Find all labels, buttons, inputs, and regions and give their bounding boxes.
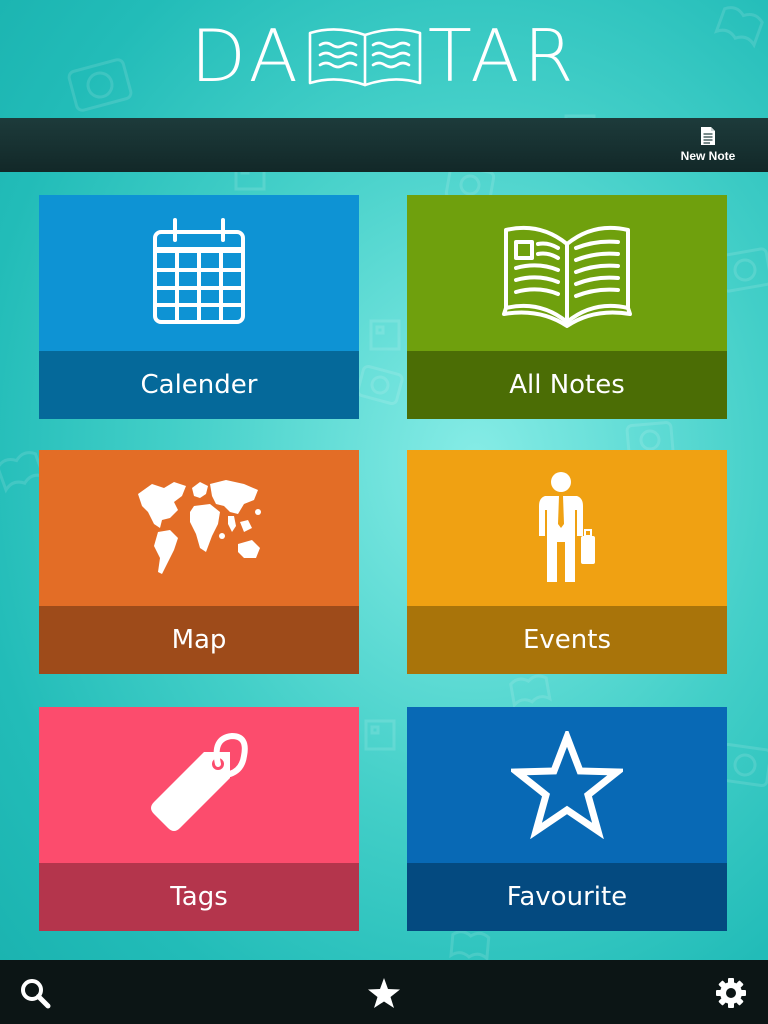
tile-tags-icon-area: [39, 707, 359, 863]
tile-favourite-label: Favourite: [506, 882, 628, 912]
logo-book-icon: [308, 28, 422, 87]
tile-calendar-icon-area: [39, 195, 359, 351]
tile-favourite-icon-area: [407, 707, 727, 863]
logo-text-right: TAR: [427, 14, 578, 98]
open-book-icon: [500, 218, 634, 328]
tile-tags[interactable]: Tags: [39, 707, 359, 931]
tile-favourite[interactable]: Favourite: [407, 707, 727, 931]
tile-favourite-label-bar: Favourite: [407, 863, 727, 931]
tile-all-notes-label: All Notes: [509, 370, 625, 400]
tile-map-label-bar: Map: [39, 606, 359, 674]
app-logo: DA TAR: [190, 20, 577, 92]
tile-events-label-bar: Events: [407, 606, 727, 674]
tile-calendar-label: Calender: [140, 370, 258, 400]
tile-events-label: Events: [522, 625, 612, 655]
star-outline-icon: [511, 731, 623, 839]
settings-button[interactable]: [714, 976, 748, 1010]
world-map-icon: [134, 476, 264, 580]
new-note-label: New Note: [680, 149, 736, 163]
tile-all-notes[interactable]: All Notes: [407, 195, 727, 419]
tile-map[interactable]: Map: [39, 450, 359, 674]
businessman-icon: [537, 472, 597, 584]
tile-events-icon-area: [407, 450, 727, 606]
logo-text-left: DA: [190, 14, 302, 98]
gear-icon: [716, 978, 746, 1008]
tile-calendar-label-bar: Calender: [39, 351, 359, 419]
search-icon: [21, 979, 51, 1009]
calendar-icon: [151, 218, 247, 328]
tile-tags-label-bar: Tags: [39, 863, 359, 931]
header: DA TAR: [0, 0, 768, 118]
tile-map-icon-area: [39, 450, 359, 606]
toolbar: New Note: [0, 118, 768, 172]
favourites-button[interactable]: [367, 976, 401, 1010]
tile-all-notes-icon-area: [407, 195, 727, 351]
bottom-bar: [0, 960, 768, 1024]
tile-events[interactable]: Events: [407, 450, 727, 674]
search-button[interactable]: [18, 976, 52, 1010]
star-icon: [368, 978, 400, 1008]
new-note-button[interactable]: New Note: [670, 126, 746, 166]
tag-icon: [146, 730, 252, 840]
document-icon: [701, 127, 715, 145]
tile-tags-label: Tags: [170, 882, 228, 912]
tile-calendar[interactable]: Calender: [39, 195, 359, 419]
tile-all-notes-label-bar: All Notes: [407, 351, 727, 419]
tile-map-label: Map: [171, 625, 227, 655]
